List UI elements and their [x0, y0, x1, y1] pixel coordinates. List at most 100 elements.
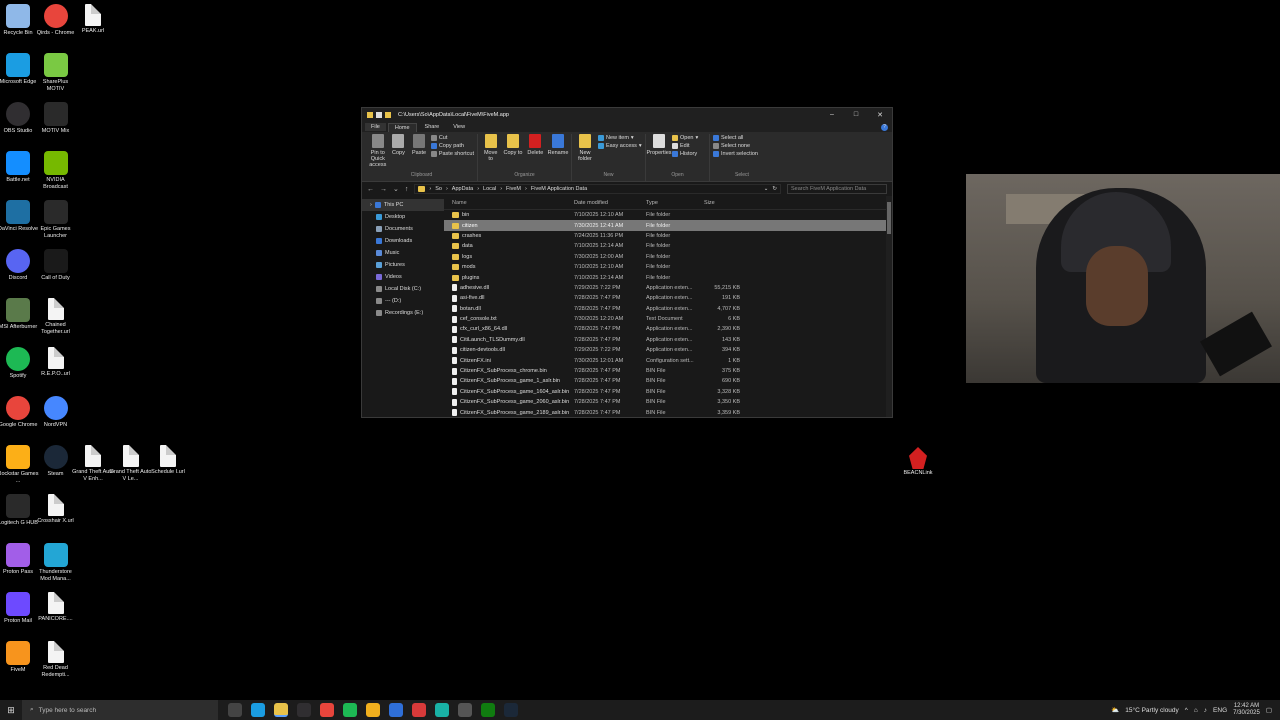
vertical-scrollbar[interactable]	[886, 196, 892, 417]
breadcrumb-appdata[interactable]: AppData	[452, 186, 473, 192]
language-indicator[interactable]: ENG	[1213, 707, 1227, 714]
breadcrumb-fivem[interactable]: FiveM	[506, 186, 521, 192]
cut-button[interactable]: Cut	[430, 135, 474, 141]
capture-icon[interactable]	[458, 703, 472, 717]
nav-item[interactable]: Local Disk (C:)	[362, 283, 444, 295]
taskbar-search[interactable]: ⌕ Type here to search	[22, 700, 218, 720]
network-icon[interactable]: ⌂	[1194, 707, 1198, 714]
tab-share[interactable]: Share	[419, 123, 446, 131]
file-row[interactable]: citizen 7/30/2025 12:41 AM File folder	[444, 220, 892, 231]
file-row[interactable]: logs 7/30/2025 12:00 AM File folder	[444, 252, 892, 262]
file-row[interactable]: citizen-devtools.dll 7/29/2025 7:22 PM App…	[444, 345, 892, 355]
delete-button[interactable]: Delete	[526, 134, 545, 156]
copy-button[interactable]: Copy	[390, 134, 408, 156]
file-row[interactable]: CitiLaunch_TLSDummy.dll 7/28/2025 7:47 PM…	[444, 335, 892, 345]
column-size[interactable]: Size	[704, 200, 740, 206]
edit-button[interactable]: Edit	[672, 143, 698, 149]
new-folder-button[interactable]: New folder	[575, 134, 595, 162]
nav-item[interactable]: Pictures	[362, 259, 444, 271]
maximize-button[interactable]: □	[844, 111, 868, 119]
chrome-icon[interactable]	[320, 703, 334, 717]
rename-button[interactable]: Rename	[548, 134, 568, 156]
file-row[interactable]: mods 7/10/2025 12:10 AM File folder	[444, 262, 892, 272]
tab-view[interactable]: View	[447, 123, 471, 131]
breadcrumb-fivem-app-data[interactable]: FiveM Application Data	[531, 186, 587, 192]
search-input[interactable]: Search FiveM Application Data	[787, 184, 887, 194]
column-type[interactable]: Type	[646, 200, 704, 206]
paste-button[interactable]: Paste	[410, 134, 428, 156]
back-arrow-icon[interactable]: ←	[367, 186, 374, 193]
desktop-icon-peak-url[interactable]: PEAK.url	[71, 4, 115, 35]
desktop-icon-chained-together[interactable]: Chained Together.url	[34, 298, 78, 335]
file-row[interactable]: crashes 7/24/2025 11:36 PM File folder	[444, 231, 892, 241]
obs-icon[interactable]	[297, 703, 311, 717]
desktop-icon-nvidia-broadcast[interactable]: NVIDIA Broadcast	[34, 151, 78, 190]
properties-icon[interactable]	[376, 112, 382, 118]
title-bar[interactable]: C:\Users\So\AppData\Local\FiveM\FiveM.ap…	[362, 108, 892, 122]
weather-icon[interactable]: ⛅	[1111, 706, 1119, 714]
history-button[interactable]: History	[672, 151, 698, 157]
file-list[interactable]: Name Date modified Type Size bin 7/10/202…	[444, 196, 892, 417]
forward-arrow-icon[interactable]: →	[380, 186, 387, 193]
notifications-icon[interactable]: ▢	[1266, 706, 1272, 714]
edge-icon[interactable]	[251, 703, 265, 717]
column-name[interactable]: Name	[444, 200, 574, 206]
windows-start-icon[interactable]: ⊞	[0, 705, 22, 716]
copy-to-button[interactable]: Copy to	[503, 134, 522, 156]
xbox-icon[interactable]	[481, 703, 495, 717]
file-row[interactable]: bin 7/10/2025 12:10 AM File folder	[444, 210, 892, 220]
app-icon[interactable]	[435, 703, 449, 717]
file-row[interactable]: CitizenFX_SubProcess_game_1_aslr.bin 7/28…	[444, 376, 892, 386]
spotify-icon[interactable]	[343, 703, 357, 717]
chrome-alt-icon[interactable]	[412, 703, 426, 717]
desktop-icon-motiv-mix[interactable]: MOTIV Mix	[34, 102, 78, 135]
properties-button[interactable]: Properties	[646, 134, 672, 156]
paste-shortcut-button[interactable]: Paste shortcut	[430, 151, 474, 157]
nav-item[interactable]: Downloads	[362, 235, 444, 247]
address-dropdown-icon[interactable]: ⌄	[764, 186, 769, 192]
help-icon[interactable]: ?	[881, 123, 888, 131]
close-button[interactable]: ✕	[868, 111, 892, 119]
file-row[interactable]: data 7/10/2025 12:14 AM File folder	[444, 241, 892, 251]
desktop-icon-red-dead[interactable]: Red Dead Redempti...	[34, 641, 78, 678]
column-date-modified[interactable]: Date modified	[574, 200, 646, 206]
minimize-button[interactable]: –	[820, 111, 844, 119]
file-explorer-icon[interactable]	[274, 703, 288, 717]
recent-chevron-icon[interactable]: ⌄	[393, 185, 399, 193]
select-none-button[interactable]: Select none	[713, 143, 758, 149]
file-row[interactable]: cef_console.txt 7/30/2025 12:20 AM Text Do…	[444, 314, 892, 324]
easy-access-button[interactable]: Easy access ▾	[598, 143, 642, 149]
nav-item[interactable]: › This PC	[362, 199, 444, 211]
breadcrumb-local[interactable]: Local	[483, 186, 496, 192]
open-button[interactable]: Open ▾	[672, 135, 698, 141]
file-row[interactable]: adhesive.dll 7/29/2025 7:22 PM Application…	[444, 283, 892, 293]
task-view-icon[interactable]	[228, 703, 242, 717]
file-row[interactable]: cfx_curl_x86_64.dll 7/28/2025 7:47 PM Appl…	[444, 324, 892, 334]
tab-home[interactable]: Home	[387, 122, 417, 132]
address-bar[interactable]: › So › AppData › Local › FiveM › FiveM A…	[414, 184, 781, 194]
select-all-button[interactable]: Select all	[713, 135, 758, 141]
store-icon[interactable]	[366, 703, 380, 717]
photos-icon[interactable]	[389, 703, 403, 717]
file-row[interactable]: plugins 7/10/2025 12:14 AM File folder	[444, 272, 892, 282]
volume-icon[interactable]: ♪	[1204, 707, 1207, 714]
file-row[interactable]: CitizenFX_SubProcess_chrome.bin 7/28/2025…	[444, 366, 892, 376]
desktop-icon-nordvpn[interactable]: NordVPN	[34, 396, 78, 429]
nav-item[interactable]: Documents	[362, 223, 444, 235]
weather-text[interactable]: 15°C Partly cloudy	[1125, 707, 1179, 714]
navigation-pane[interactable]: › This PC Desktop Documents Downloads Music Pi…	[362, 196, 444, 417]
up-arrow-icon[interactable]: ↑	[405, 186, 409, 193]
tray-chevron-icon[interactable]: ^	[1185, 707, 1188, 714]
desktop-icon-shareplus-motiv[interactable]: SharePlus MOTIV	[34, 53, 78, 92]
desktop-icon-epic-games[interactable]: Epic Games Launcher	[34, 200, 78, 239]
file-row[interactable]: asi-five.dll 7/28/2025 7:47 PM Application…	[444, 293, 892, 303]
nav-item[interactable]: --- (D:)	[362, 295, 444, 307]
file-explorer-window[interactable]: C:\Users\So\AppData\Local\FiveM\FiveM.ap…	[361, 107, 893, 418]
desktop-icon-crosshair-x[interactable]: Crosshair X.url	[34, 494, 78, 525]
nav-item[interactable]: Music	[362, 247, 444, 259]
pin-to-quick-access-button[interactable]: Pin to Quick access	[369, 134, 387, 168]
file-row[interactable]: botan.dll 7/28/2025 7:47 PM Application ex…	[444, 304, 892, 314]
file-row[interactable]: CitizenFX_SubProcess_game_1604_aslr.bin 7…	[444, 387, 892, 397]
desktop-icon-call-of-duty[interactable]: Call of Duty	[34, 249, 78, 282]
file-row[interactable]: CitizenFX_SubProcess_game_2060_aslr.bin 7…	[444, 397, 892, 407]
